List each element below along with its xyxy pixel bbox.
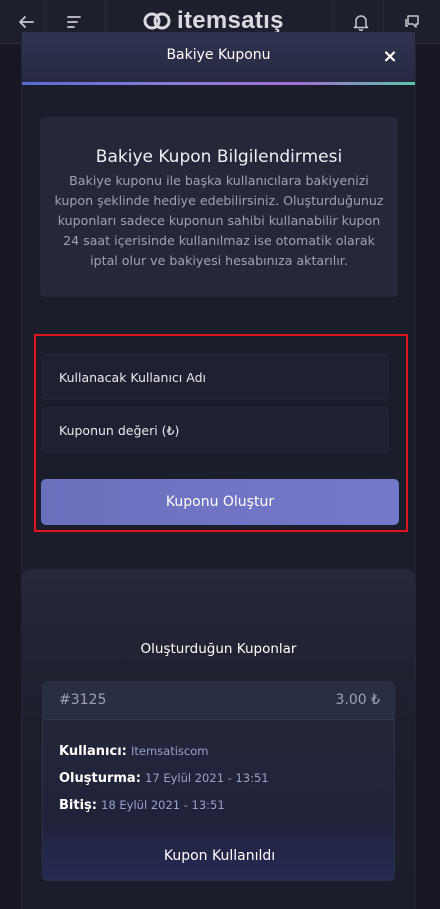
coupon-created-label: Oluşturma: (59, 771, 141, 786)
create-coupon-button[interactable]: Kuponu Oluştur (41, 479, 399, 525)
logo-mark-icon (143, 12, 171, 30)
background-column-left (0, 44, 22, 909)
coupon-value-input[interactable] (43, 408, 387, 452)
value-field-wrapper (42, 407, 388, 453)
modal-title: Bakiye Kuponu (166, 47, 271, 63)
brand-name: itemsatış (177, 7, 284, 34)
modal-header: Bakiye Kuponu × (22, 32, 415, 82)
coupon-user-label: Kullanıcı: (59, 744, 127, 759)
close-icon[interactable]: × (378, 45, 402, 69)
coupon-status: Kupon Kullanıldı (163, 848, 276, 864)
coupon-ends-label: Bitiş: (59, 798, 97, 813)
coupon-amount: 3.00 ₺ (335, 692, 380, 708)
coupon-form: Kuponu Oluştur (34, 334, 408, 532)
username-field-wrapper (42, 354, 388, 400)
coupon-created-value: 17 Eylül 2021 - 13:51 (145, 771, 269, 785)
background-column-right (415, 44, 440, 909)
coupon-id: #3125 (59, 692, 107, 708)
coupons-title: Oluşturduğun Kuponlar (140, 641, 297, 657)
coupon-created-row: Oluşturma: 17 Eylül 2021 - 13:51 (59, 771, 269, 786)
info-text: Bakiye kuponu ile başka kullanıcılara ba… (54, 173, 384, 268)
coupon-ends-value: 18 Eylül 2021 - 13:51 (101, 798, 225, 812)
coupon-user-row: Kullanıcı: Itemsatiscom (59, 744, 208, 759)
coupon-user-value: Itemsatiscom (131, 744, 209, 758)
coupon-card-header: #3125 3.00 ₺ (43, 682, 394, 720)
coupon-ends-row: Bitiş: 18 Eylül 2021 - 13:51 (59, 798, 225, 813)
username-input[interactable] (43, 355, 387, 399)
coupons-panel: Oluşturduğun Kuponlar #3125 3.00 ₺ Kulla… (22, 569, 415, 909)
balance-coupon-modal: Bakiye Kuponu × Bakiye Kupon Bilgilendir… (22, 32, 415, 909)
header-accent-line (22, 82, 415, 85)
info-title: Bakiye Kupon Bilgilendirmesi (95, 147, 343, 167)
coupon-card: #3125 3.00 ₺ Kullanıcı: Itemsatiscom Olu… (42, 681, 395, 881)
info-card: Bakiye Kupon Bilgilendirmesi Bakiye kupo… (40, 117, 398, 297)
